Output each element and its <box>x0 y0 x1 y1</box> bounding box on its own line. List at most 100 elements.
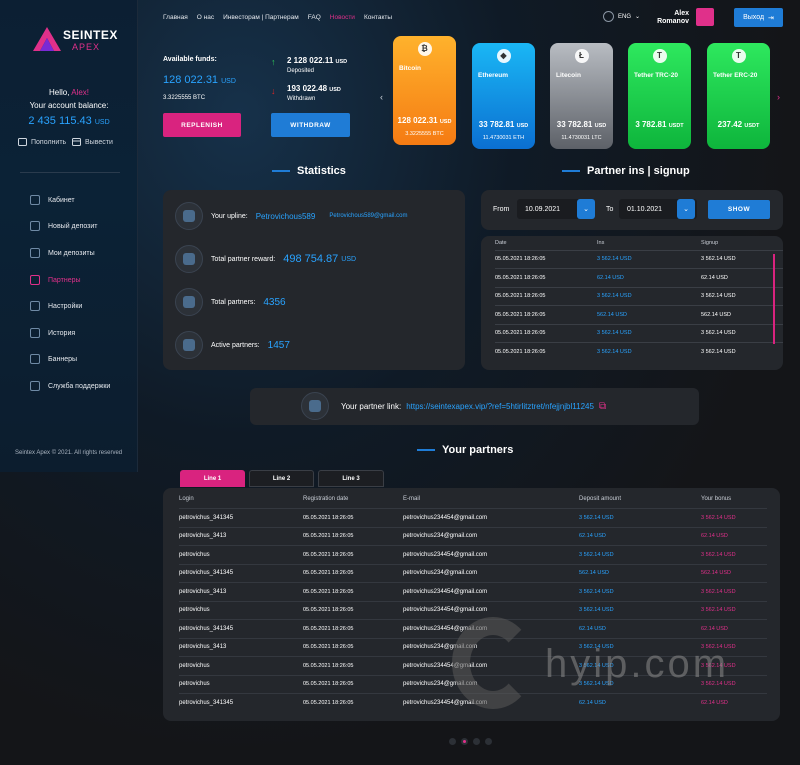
card-value: 33 782.81 USD <box>478 120 529 129</box>
replenish-button[interactable]: REPLENISH <box>163 113 241 137</box>
tether-icon: T <box>652 49 667 63</box>
sidebar-item-settings[interactable]: Настройки <box>30 301 82 311</box>
chevron-down-icon[interactable]: ⌄ <box>577 199 595 219</box>
sidebar-item-support[interactable]: Служба поддержки <box>30 381 110 391</box>
history-icon <box>30 328 40 338</box>
logo-text: SEINTEX <box>63 28 118 42</box>
deposit-cell: 3 562.14 USD <box>579 545 701 564</box>
top-nav: Главная О нас Инвесторам | Партнерам FAQ… <box>163 14 392 21</box>
tab-line-2[interactable]: Line 2 <box>249 470 314 487</box>
pagination <box>449 738 492 745</box>
table-row: 05.05.2021 18:26:05 562.14 USD 562.14 USD <box>495 305 783 324</box>
funds-value: 128 022.31 USD <box>163 74 236 86</box>
card-name: Tether ERC-20 <box>713 72 758 79</box>
coins-icon <box>30 248 40 258</box>
users-icon <box>175 288 203 316</box>
card-icon <box>72 138 81 146</box>
sidebar: SEINTEX APEX Hello, Alex! Your account b… <box>0 0 138 472</box>
login-cell: petrovichus <box>179 600 303 620</box>
table-row: petrovichus 05.05.2021 18:26:05 petrovichu… <box>179 600 767 620</box>
date-cell: 05.05.2021 18:26:05 <box>303 582 403 601</box>
card-name: Ethereum <box>478 72 508 79</box>
withdraw-side-button[interactable]: Вывести <box>72 138 113 146</box>
card-sub: 11.4730031 ETH <box>482 135 525 141</box>
arrow-down-icon: ↓ <box>271 86 276 96</box>
withdraw-button[interactable]: WITHDRAW <box>271 113 350 137</box>
bonus-cell: 3 562.14 USD <box>701 600 767 620</box>
wallet-card-tether-trc20[interactable]: T Tether TRC-20 3 782.81 USDT <box>628 43 691 149</box>
nav-news[interactable]: Новости <box>330 14 355 21</box>
page-dot[interactable] <box>473 738 480 745</box>
funds-btc: 3.3225555 BTC <box>163 95 206 101</box>
ethereum-icon: ◆ <box>496 49 511 63</box>
login-cell: petrovichus <box>179 545 303 564</box>
page-dot[interactable] <box>449 738 456 745</box>
sidebar-item-cabinet[interactable]: Кабинет <box>30 195 75 205</box>
table-row: petrovichus_341345 05.05.2021 18:26:05 pet… <box>179 508 767 527</box>
nav-contacts[interactable]: Контакты <box>364 14 392 21</box>
money-icon <box>175 245 203 273</box>
avatar[interactable] <box>696 8 714 26</box>
page-dot[interactable] <box>485 738 492 745</box>
handshake-icon <box>175 331 203 359</box>
bonus-cell: 3 562.14 USD <box>701 545 767 564</box>
sidebar-item-banners[interactable]: Баннеры <box>30 354 77 364</box>
card-name: Tether TRC-20 <box>634 72 678 79</box>
date-cell: 05.05.2021 18:26:05 <box>303 545 403 564</box>
copy-icon[interactable]: ⧉ <box>599 401 606 412</box>
email-cell: petrovichus234@gmail.com <box>403 526 579 546</box>
balance-label: Your account balance: <box>29 101 109 110</box>
tab-line-3[interactable]: Line 3 <box>318 470 384 487</box>
wallet-icon <box>18 138 27 146</box>
nav-investors[interactable]: Инвесторам | Партнерам <box>223 14 299 21</box>
copyright: Seintex Apex © 2021. All rights reserved <box>15 450 123 456</box>
date-cell: 05.05.2021 18:26:05 <box>303 526 403 546</box>
carousel-prev-icon[interactable]: ‹ <box>380 92 383 102</box>
sidebar-item-history[interactable]: История <box>30 328 75 338</box>
show-button[interactable]: SHOW <box>708 200 770 219</box>
table-row: petrovichus_3413 05.05.2021 18:26:05 petro… <box>179 582 767 601</box>
wallet-card-litecoin[interactable]: Ł Litecoin 33 782.81 USD 11.4730031 LTC <box>550 43 613 149</box>
card-sub: 3.3225555 BTC <box>405 131 444 137</box>
table-row: petrovichus_341345 05.05.2021 18:26:05 pet… <box>179 563 767 583</box>
user-icon <box>175 202 203 230</box>
sidebar-item-new-deposit[interactable]: Новый депозит <box>30 221 97 231</box>
card-value: 33 782.81 USD <box>556 120 607 129</box>
account-balance: 2 435 115.43 USD <box>28 115 110 127</box>
nav-home[interactable]: Главная <box>163 14 188 21</box>
page-dot-active[interactable] <box>461 738 468 745</box>
bitcoin-icon: ₿ <box>417 42 432 56</box>
globe-icon <box>603 11 614 22</box>
login-cell: petrovichus_3413 <box>179 526 303 546</box>
nav-about[interactable]: О нас <box>197 14 214 21</box>
carousel-next-icon[interactable]: › <box>777 92 780 102</box>
sidebar-item-partners[interactable]: Партнеры <box>30 275 81 285</box>
partners-table: Login Registration date E-mail Deposit amou… <box>179 496 732 502</box>
login-cell: petrovichus_3413 <box>179 637 303 657</box>
sidebar-item-my-deposits[interactable]: Мои депозиты <box>30 248 95 258</box>
upline-email[interactable]: Petrovichous589@gmail.com <box>329 213 407 219</box>
login-cell: petrovichus <box>179 674 303 694</box>
partners-title: Your partners <box>417 444 513 456</box>
bonus-cell: 62.14 USD <box>701 526 767 546</box>
nav-faq[interactable]: FAQ <box>308 14 321 21</box>
language-select[interactable]: ENG ⌄ <box>603 11 640 22</box>
topup-button[interactable]: Пополнить <box>18 138 66 146</box>
card-name: Litecoin <box>556 72 581 79</box>
bonus-cell: 62.14 USD <box>701 619 767 638</box>
tab-line-1[interactable]: Line 1 <box>180 470 245 487</box>
scrollbar[interactable] <box>773 254 775 344</box>
wallet-card-bitcoin[interactable]: ₿ Bitcoin 128 022.31 USD 3.3225555 BTC <box>393 36 456 145</box>
card-sub: 11.4730031 LTC <box>561 135 602 141</box>
logout-button[interactable]: Выход ⇥ <box>734 8 783 27</box>
chevron-down-icon[interactable]: ⌄ <box>677 199 695 219</box>
deposit-cell: 62.14 USD <box>579 526 701 546</box>
partner-link-url[interactable]: https://seintexapex.vip/?ref=5htirlitztr… <box>406 402 594 411</box>
user-name: Alex Romanov <box>657 10 689 25</box>
table-row: 05.05.2021 18:26:05 62.14 USD 62.14 USD <box>495 268 783 287</box>
chat-icon <box>30 381 40 391</box>
wallet-card-tether-erc20[interactable]: T Tether ERC-20 237.42 USDT <box>707 43 770 149</box>
table-row: 05.05.2021 18:26:05 3 562.14 USD 3 562.14 … <box>495 342 783 361</box>
login-cell: petrovichus_341345 <box>179 693 303 712</box>
wallet-card-ethereum[interactable]: ◆ Ethereum 33 782.81 USD 11.4730031 ETH <box>472 43 535 149</box>
